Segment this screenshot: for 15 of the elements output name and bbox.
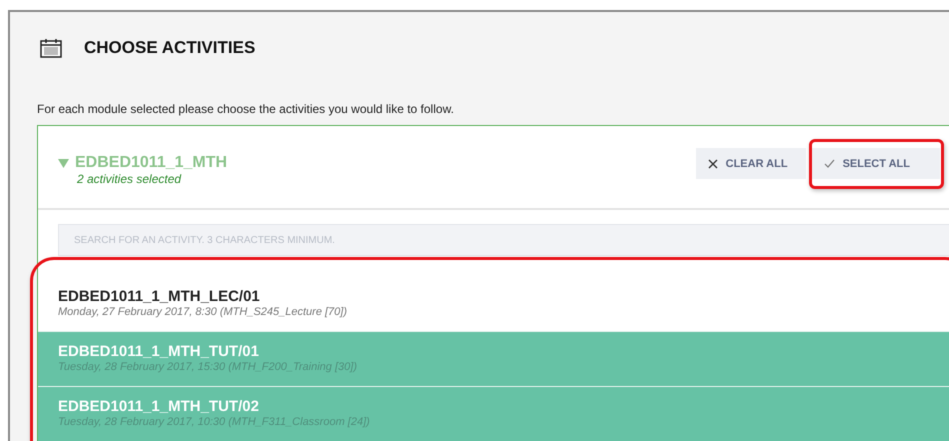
instructions-text: For each module selected please choose the activities you would like to follow. bbox=[37, 102, 455, 116]
activity-code: EDBED1011_1_MTH_LEC/01 bbox=[58, 288, 261, 305]
activity-code: EDBED1011_1_MTH_TUT/02 bbox=[58, 398, 260, 415]
activity-details: Monday, 27 February 2017, 8:30 (MTH_S245_Lecture [70]) bbox=[58, 306, 348, 318]
clear-all-button[interactable]: CLEAR ALL bbox=[696, 148, 806, 179]
module-code: EDBED1011_1_MTH bbox=[75, 154, 228, 172]
activity-code: EDBED1011_1_MTH_TUT/01 bbox=[58, 343, 260, 360]
calendar-icon bbox=[40, 38, 62, 58]
select-all-button[interactable]: SELECT ALL bbox=[812, 148, 940, 179]
page-title: CHOOSE ACTIVITIES bbox=[84, 38, 256, 58]
close-icon bbox=[708, 158, 718, 168]
expand-triangle-icon[interactable] bbox=[58, 158, 69, 168]
check-icon bbox=[824, 159, 835, 168]
search-field[interactable]: SEARCH FOR AN ACTIVITY. 3 CHARACTERS MINIMUM. bbox=[58, 224, 949, 256]
selection-summary: 2 activities selected bbox=[77, 172, 182, 186]
